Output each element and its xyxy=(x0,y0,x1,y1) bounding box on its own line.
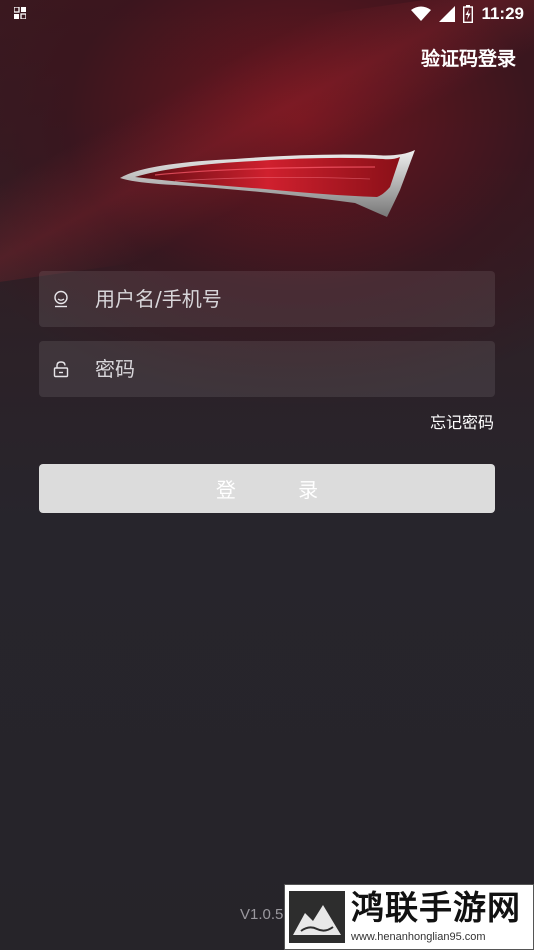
username-field-container xyxy=(39,270,495,328)
notification-icon xyxy=(14,7,26,19)
watermark-url: www.henanhonglian95.com xyxy=(351,931,486,943)
login-button[interactable]: 登 录 xyxy=(39,464,495,513)
watermark-title: 鸿联手游网 xyxy=(351,888,521,927)
forgot-password-link[interactable]: 忘记密码 xyxy=(430,409,494,433)
car-taillight-logo xyxy=(120,150,415,217)
lock-icon xyxy=(51,359,71,379)
wifi-icon xyxy=(411,6,432,21)
password-field-container xyxy=(39,340,495,398)
status-bar: 11:29 xyxy=(0,0,534,28)
user-icon xyxy=(51,289,71,309)
password-input[interactable] xyxy=(93,340,495,398)
username-input[interactable] xyxy=(93,270,495,328)
sms-login-link[interactable]: 验证码登录 xyxy=(421,44,516,71)
version-label: V1.0.5 xyxy=(240,906,284,923)
battery-icon xyxy=(463,5,474,23)
watermark-banner: 鸿联手游网 www.henanhonglian95.com xyxy=(284,884,534,950)
watermark-logo xyxy=(289,891,345,943)
login-screen: 11:29 验证码登录 用户名/手机号 忘记密码 登 录 V1.0.5 鸿联手游… xyxy=(0,0,534,950)
clock: 11:29 xyxy=(481,4,524,23)
signal-icon xyxy=(439,6,456,22)
